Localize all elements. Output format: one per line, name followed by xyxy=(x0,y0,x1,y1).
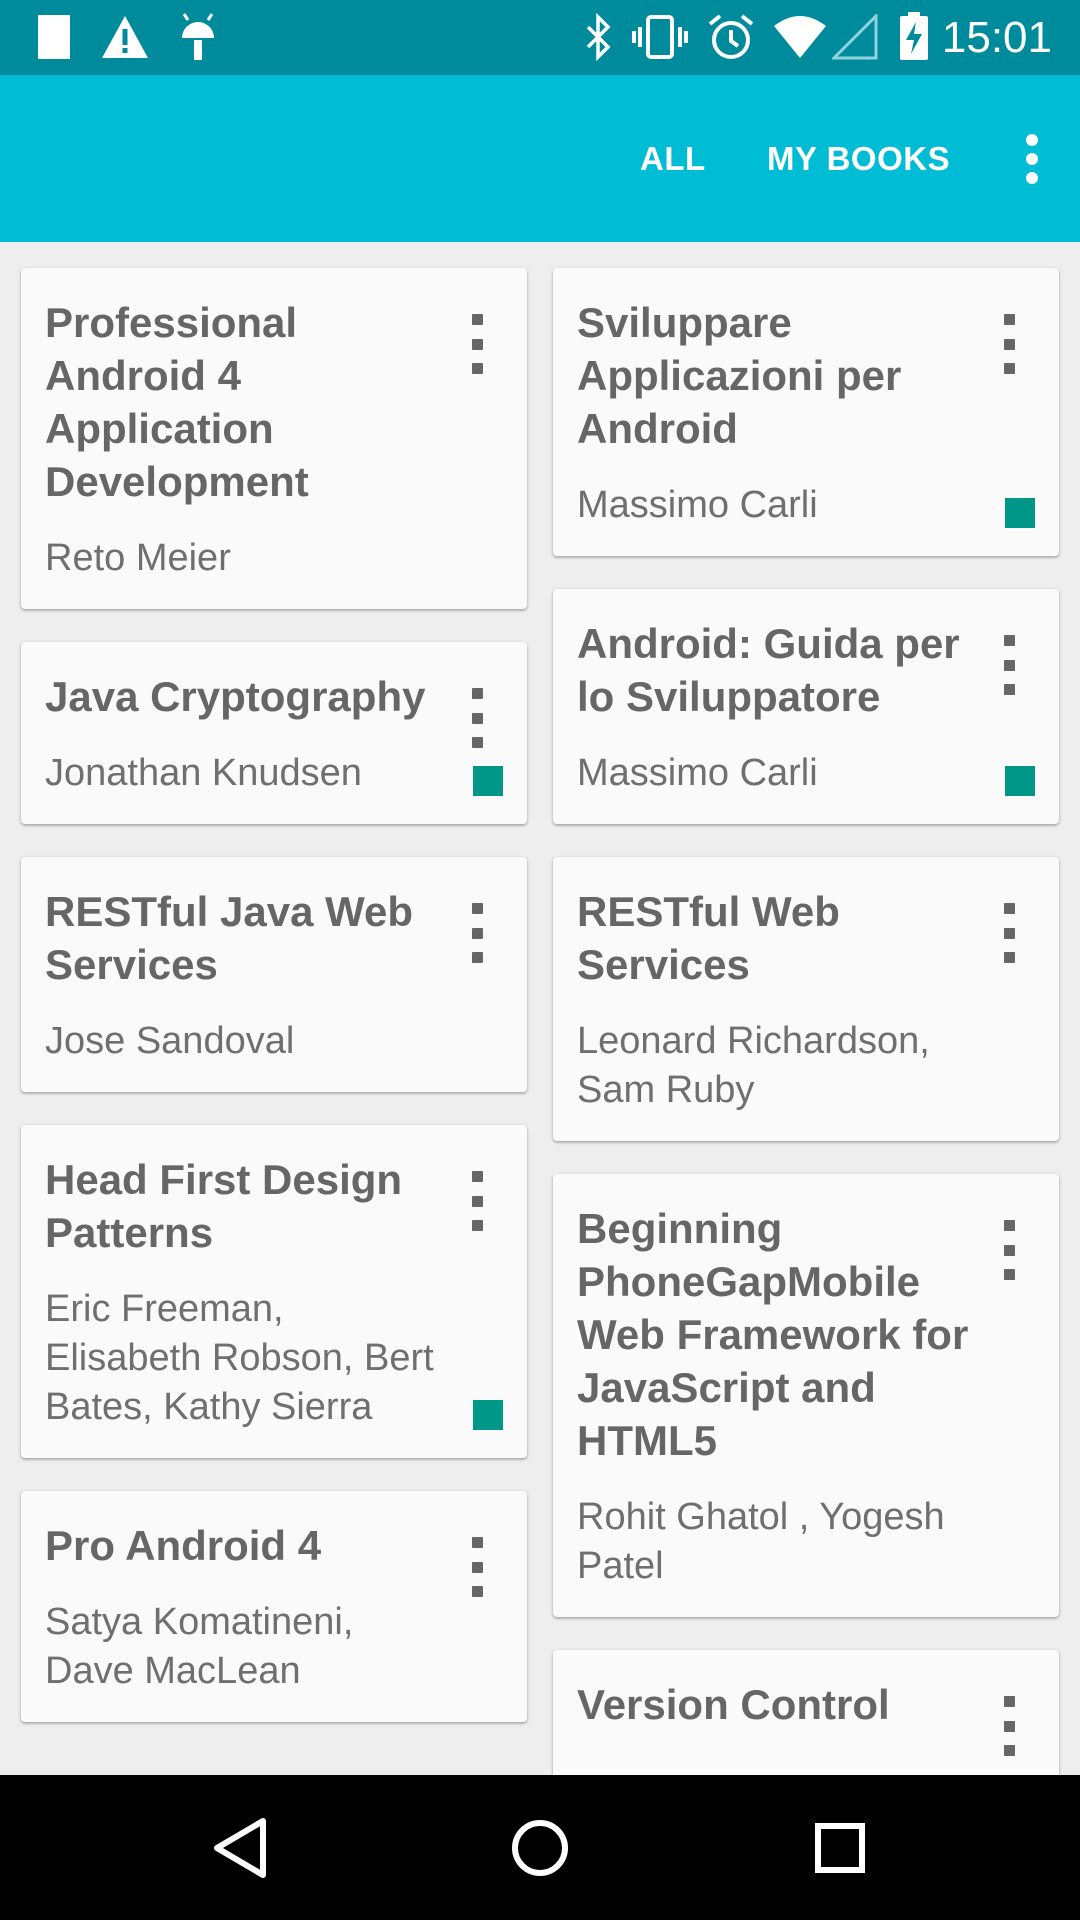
more-vert-icon[interactable] xyxy=(457,903,497,963)
book-title: Sviluppare Applicazioni per Android xyxy=(577,299,902,452)
cell-signal-icon xyxy=(832,12,878,62)
tab-my-books[interactable]: MY BOOKS xyxy=(767,75,950,242)
book-author: Leonard Richardson, Sam Ruby xyxy=(577,1020,930,1111)
book-column-right: Sviluppare Applicazioni per Android Mass… xyxy=(553,268,1059,1775)
book-card[interactable]: Java Cryptography Jonathan Knudsen xyxy=(21,642,527,824)
app-bar: ALL MY BOOKS xyxy=(0,75,1080,242)
book-author: Massimo Carli xyxy=(577,752,818,794)
book-title: Pro Android 4 xyxy=(45,1522,322,1569)
book-card[interactable]: RESTful Java Web Services Jose Sandoval xyxy=(21,857,527,1092)
book-card[interactable]: Pro Android 4 Satya Komatineni, Dave Mac… xyxy=(21,1491,527,1722)
more-vert-icon[interactable] xyxy=(457,688,497,748)
recents-icon[interactable] xyxy=(805,1813,875,1883)
owned-badge xyxy=(1005,498,1035,528)
book-title: Professional Android 4 Application Devel… xyxy=(45,299,309,505)
warning-icon xyxy=(100,12,150,62)
more-vert-icon[interactable] xyxy=(457,1171,497,1231)
alarm-icon xyxy=(706,12,756,62)
book-grid[interactable]: Professional Android 4 Application Devel… xyxy=(0,242,1080,1775)
more-vert-icon[interactable] xyxy=(457,314,497,374)
wifi-icon xyxy=(772,12,828,62)
status-bar: 15:01 xyxy=(0,0,1080,75)
book-title: Version Control xyxy=(577,1681,890,1728)
book-card[interactable]: Android: Guida per lo Sviluppatore Massi… xyxy=(553,589,1059,824)
more-vert-icon[interactable] xyxy=(989,314,1029,374)
back-icon[interactable] xyxy=(205,1813,275,1883)
book-card[interactable]: Head First Design Patterns Eric Freeman,… xyxy=(21,1125,527,1458)
book-card[interactable]: Sviluppare Applicazioni per Android Mass… xyxy=(553,268,1059,556)
book-author: Jonathan Knudsen xyxy=(45,752,362,794)
book-title: RESTful Web Services xyxy=(577,888,840,988)
more-vert-icon[interactable] xyxy=(989,1696,1029,1756)
more-vert-icon[interactable] xyxy=(457,1537,497,1597)
book-title: Java Cryptography xyxy=(45,673,426,720)
bluetooth-icon xyxy=(580,12,616,62)
tab-all[interactable]: ALL xyxy=(640,75,706,242)
book-title: RESTful Java Web Services xyxy=(45,888,413,988)
book-card[interactable]: Version Control xyxy=(553,1650,1059,1775)
book-title: Android: Guida per lo Sviluppatore xyxy=(577,620,960,720)
book-title: Head First Design Patterns xyxy=(45,1156,403,1256)
book-author: Rohit Ghatol , Yogesh Patel xyxy=(577,1496,945,1587)
book-author: Reto Meier xyxy=(45,537,231,579)
book-column-left: Professional Android 4 Application Devel… xyxy=(21,268,527,1755)
home-icon[interactable] xyxy=(505,1813,575,1883)
book-author: Eric Freeman, Elisabeth Robson, Bert Bat… xyxy=(45,1288,434,1428)
book-author: Satya Komatineni, Dave MacLean xyxy=(45,1601,354,1692)
android-debug-icon xyxy=(178,12,218,62)
clock: 15:01 xyxy=(941,13,1052,62)
book-card[interactable]: RESTful Web Services Leonard Richardson,… xyxy=(553,857,1059,1141)
book-card[interactable]: Beginning PhoneGapMobile Web Framework f… xyxy=(553,1174,1059,1617)
book-author: Massimo Carli xyxy=(577,484,818,526)
navigation-bar xyxy=(0,1775,1080,1920)
book-author: Jose Sandoval xyxy=(45,1020,295,1062)
book-title: Beginning PhoneGapMobile Web Framework f… xyxy=(577,1205,969,1464)
owned-badge xyxy=(473,1400,503,1430)
more-vert-icon[interactable] xyxy=(989,635,1029,695)
owned-badge xyxy=(473,766,503,796)
book-card[interactable]: Professional Android 4 Application Devel… xyxy=(21,268,527,609)
more-vert-icon[interactable] xyxy=(1004,121,1060,197)
battery-charging-icon xyxy=(898,12,930,62)
more-vert-icon[interactable] xyxy=(989,903,1029,963)
more-vert-icon[interactable] xyxy=(989,1220,1029,1280)
sd-card-icon xyxy=(34,12,74,62)
owned-badge xyxy=(1005,766,1035,796)
vibrate-icon xyxy=(632,12,688,62)
